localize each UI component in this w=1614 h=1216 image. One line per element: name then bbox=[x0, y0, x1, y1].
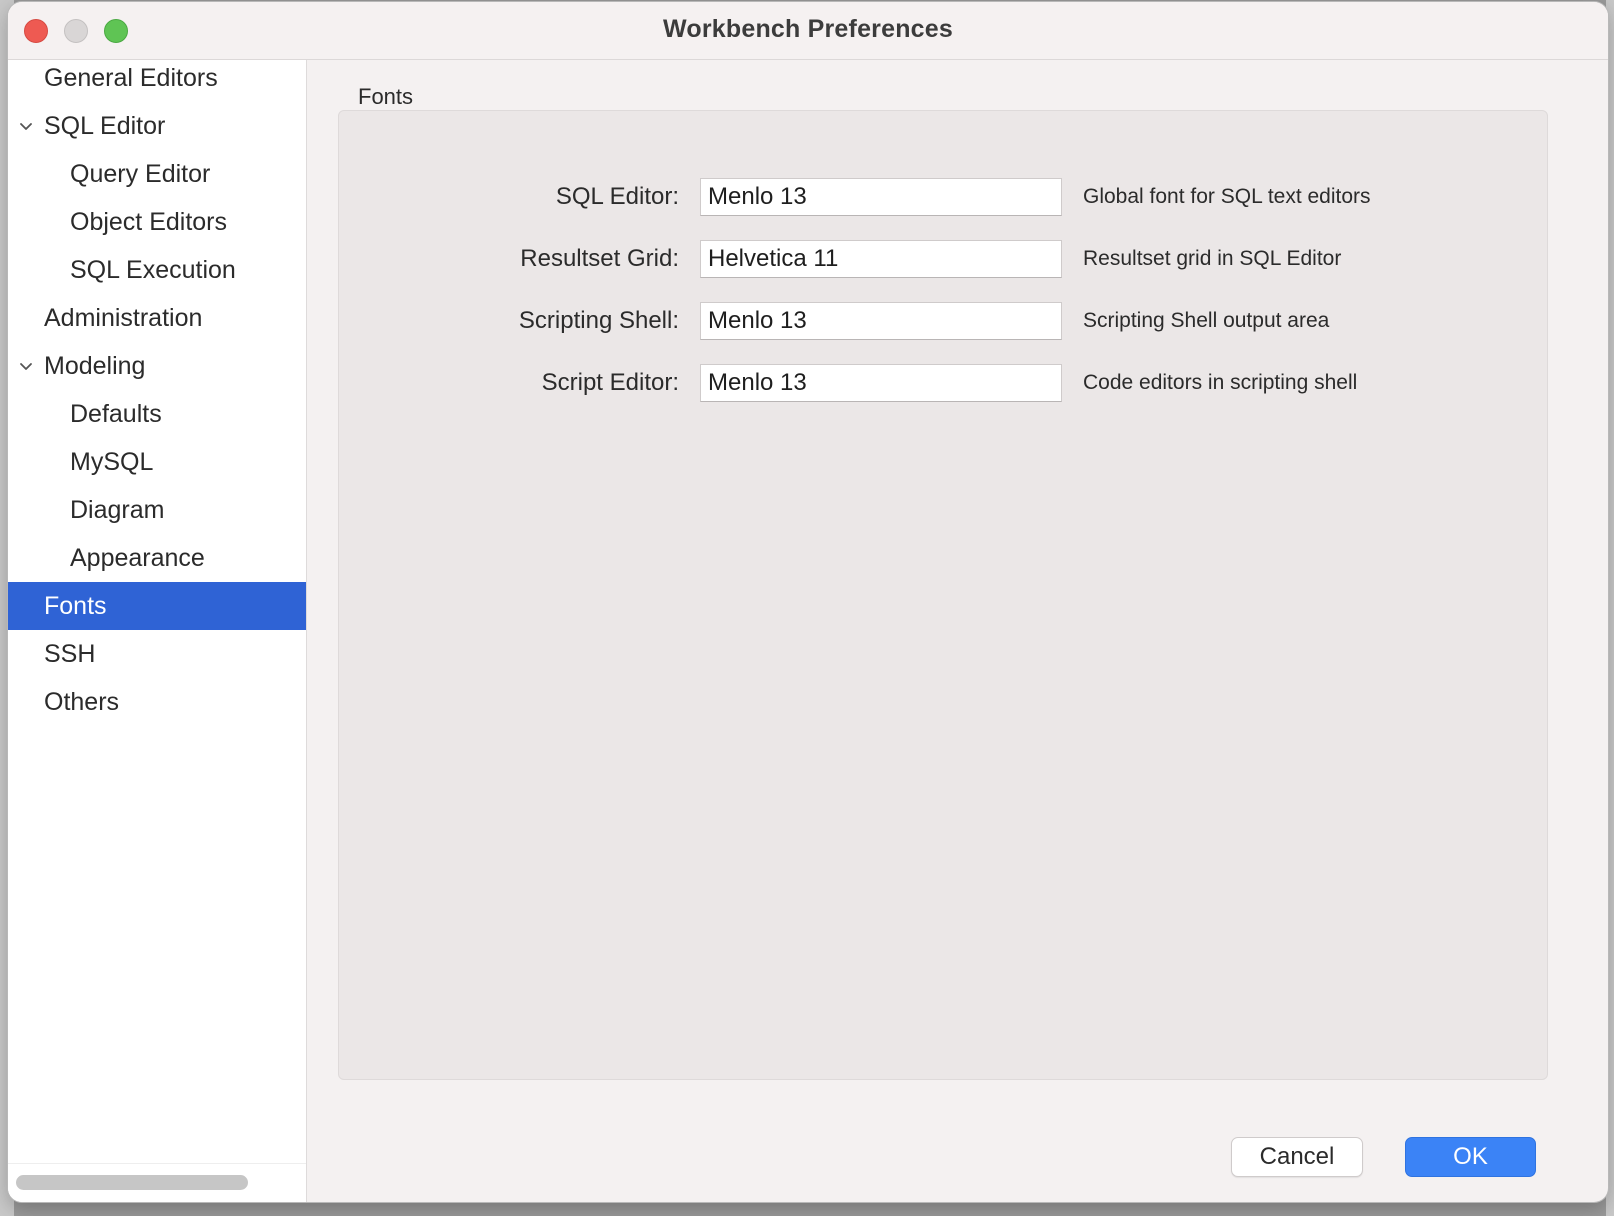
scrollbar-thumb[interactable] bbox=[16, 1175, 248, 1190]
fonts-preferences-panel: Fonts SQL Editor: Menlo 13 Global font f… bbox=[307, 60, 1608, 1202]
font-row-description: Resultset grid in SQL Editor bbox=[1083, 247, 1342, 270]
font-row-description: Code editors in scripting shell bbox=[1083, 371, 1358, 394]
sidebar-item-sql-editor[interactable]: SQL Editor bbox=[8, 102, 306, 150]
sidebar-item-label: General Editors bbox=[44, 64, 218, 92]
font-row-script-editor: Script Editor: Menlo 13 Code editors in … bbox=[339, 364, 1547, 404]
ok-button[interactable]: OK bbox=[1405, 1137, 1536, 1177]
sidebar-item-label: Others bbox=[44, 688, 120, 716]
sidebar-item-label: MySQL bbox=[70, 448, 154, 476]
chevron-down-icon[interactable] bbox=[19, 359, 33, 373]
sidebar-item-modeling[interactable]: Modeling bbox=[8, 342, 306, 390]
script-editor-font-field[interactable]: Menlo 13 bbox=[700, 364, 1062, 402]
preferences-window: Workbench Preferences General Editors SQL… bbox=[8, 2, 1608, 1202]
title-bar: Workbench Preferences bbox=[8, 2, 1608, 60]
sidebar-item-general-editors[interactable]: General Editors bbox=[8, 54, 306, 102]
font-row-label: Script Editor: bbox=[541, 369, 679, 396]
sidebar-horizontal-scrollbar[interactable] bbox=[8, 1163, 306, 1202]
font-row-label: Scripting Shell: bbox=[518, 307, 679, 334]
font-row-sql-editor: SQL Editor: Menlo 13 Global font for SQL… bbox=[339, 178, 1547, 218]
sidebar-item-administration[interactable]: Administration bbox=[8, 294, 306, 342]
window-title: Workbench Preferences bbox=[663, 15, 953, 43]
sidebar-item-object-editors[interactable]: Object Editors bbox=[8, 198, 306, 246]
font-row-label: Resultset Grid: bbox=[520, 245, 679, 272]
sidebar-item-label: Fonts bbox=[44, 592, 107, 620]
font-row-resultset-grid: Resultset Grid: Helvetica 11 Resultset g… bbox=[339, 240, 1547, 280]
sidebar-item-label: Appearance bbox=[70, 544, 205, 572]
sidebar-item-appearance[interactable]: Appearance bbox=[8, 534, 306, 582]
sidebar-item-others[interactable]: Others bbox=[8, 678, 306, 726]
chevron-down-icon[interactable] bbox=[19, 119, 33, 133]
resultset-grid-font-field[interactable]: Helvetica 11 bbox=[700, 240, 1062, 278]
scripting-shell-font-field[interactable]: Menlo 13 bbox=[700, 302, 1062, 340]
sidebar-item-query-editor[interactable]: Query Editor bbox=[8, 150, 306, 198]
fonts-group-label: Fonts bbox=[358, 84, 414, 109]
sidebar-item-fonts[interactable]: Fonts bbox=[8, 582, 306, 630]
preferences-sidebar: General Editors SQL Editor Query Editor Obj… bbox=[8, 60, 307, 1202]
fonts-group-box: SQL Editor: Menlo 13 Global font for SQL… bbox=[338, 110, 1548, 1080]
font-row-description: Scripting Shell output area bbox=[1083, 309, 1330, 332]
sidebar-item-diagram[interactable]: Diagram bbox=[8, 486, 306, 534]
sql-editor-font-field[interactable]: Menlo 13 bbox=[700, 178, 1062, 216]
sidebar-item-label: Diagram bbox=[70, 496, 165, 524]
sidebar-item-label: Object Editors bbox=[70, 208, 228, 236]
cancel-button[interactable]: Cancel bbox=[1231, 1137, 1363, 1177]
font-row-scripting-shell: Scripting Shell: Menlo 13 Scripting Shel… bbox=[339, 302, 1547, 342]
sidebar-item-defaults[interactable]: Defaults bbox=[8, 390, 306, 438]
sidebar-item-ssh[interactable]: SSH bbox=[8, 630, 306, 678]
sidebar-item-mysql[interactable]: MySQL bbox=[8, 438, 306, 486]
sidebar-item-label: Defaults bbox=[70, 400, 162, 428]
sidebar-item-label: SSH bbox=[44, 640, 96, 668]
sidebar-item-label: Modeling bbox=[44, 352, 146, 380]
sidebar-item-label: SQL Editor bbox=[44, 112, 166, 140]
sidebar-item-label: Query Editor bbox=[70, 160, 211, 188]
sidebar-item-label: SQL Execution bbox=[70, 256, 236, 284]
sidebar-item-label: Administration bbox=[44, 304, 203, 332]
sidebar-item-sql-execution[interactable]: SQL Execution bbox=[8, 246, 306, 294]
font-row-label: SQL Editor: bbox=[555, 183, 679, 210]
font-row-description: Global font for SQL text editors bbox=[1083, 185, 1371, 208]
